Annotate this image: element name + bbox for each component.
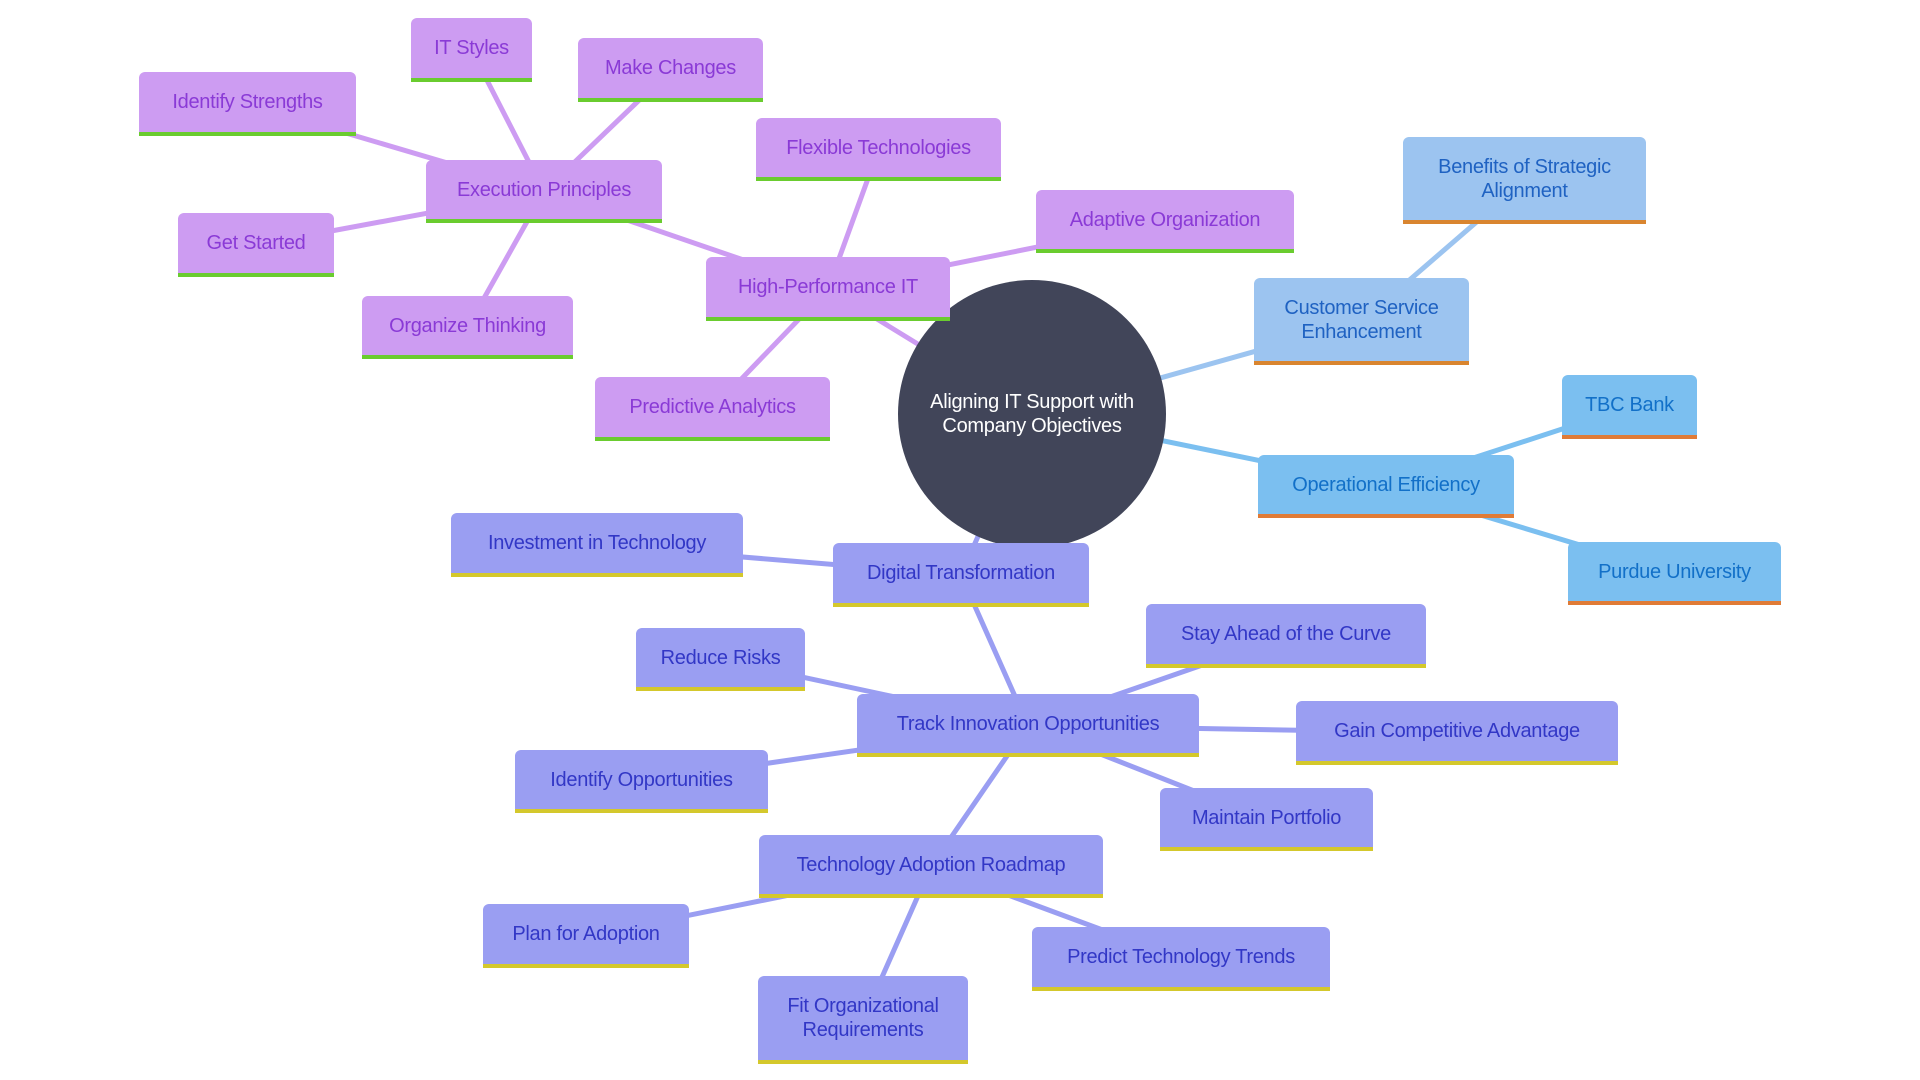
node-predict-technology-trends[interactable]: Predict Technology Trends (1032, 927, 1330, 991)
node-identify-opportunities[interactable]: Identify Opportunities (515, 750, 768, 813)
node-execution-principles[interactable]: Execution Principles (426, 160, 662, 223)
node-operational-efficiency[interactable]: Operational Efficiency (1258, 455, 1514, 518)
mindmap-canvas: Aligning IT Support with Company Objecti… (0, 0, 1920, 1080)
node-tbc-bank[interactable]: TBC Bank (1562, 375, 1697, 439)
node-customer-service-enhancement[interactable]: Customer Service Enhancement (1254, 278, 1469, 365)
node-investment-in-technology[interactable]: Investment in Technology (451, 513, 743, 577)
node-plan-for-adoption[interactable]: Plan for Adoption (483, 904, 689, 968)
node-benefits-of-strategic-alignment[interactable]: Benefits of Strategic Alignment (1403, 137, 1646, 224)
node-purdue-university[interactable]: Purdue University (1568, 542, 1781, 605)
node-it-styles[interactable]: IT Styles (411, 18, 532, 82)
node-flexible-technologies[interactable]: Flexible Technologies (756, 118, 1001, 181)
node-identify-strengths[interactable]: Identify Strengths (139, 72, 356, 136)
node-predictive-analytics[interactable]: Predictive Analytics (595, 377, 830, 441)
node-digital-transformation[interactable]: Digital Transformation (833, 543, 1089, 607)
node-organize-thinking[interactable]: Organize Thinking (362, 296, 573, 359)
node-maintain-portfolio[interactable]: Maintain Portfolio (1160, 788, 1373, 851)
node-high-performance-it[interactable]: High-Performance IT (706, 257, 950, 321)
node-make-changes[interactable]: Make Changes (578, 38, 763, 102)
node-adaptive-organization[interactable]: Adaptive Organization (1036, 190, 1294, 253)
node-get-started[interactable]: Get Started (178, 213, 334, 277)
node-reduce-risks[interactable]: Reduce Risks (636, 628, 805, 691)
node-stay-ahead-of-the-curve[interactable]: Stay Ahead of the Curve (1146, 604, 1426, 668)
node-technology-adoption-roadmap[interactable]: Technology Adoption Roadmap (759, 835, 1103, 898)
node-track-innovation-opportunities[interactable]: Track Innovation Opportunities (857, 694, 1199, 757)
node-gain-competitive-advantage[interactable]: Gain Competitive Advantage (1296, 701, 1618, 765)
node-fit-organizational-requirements[interactable]: Fit Organizational Requirements (758, 976, 968, 1064)
